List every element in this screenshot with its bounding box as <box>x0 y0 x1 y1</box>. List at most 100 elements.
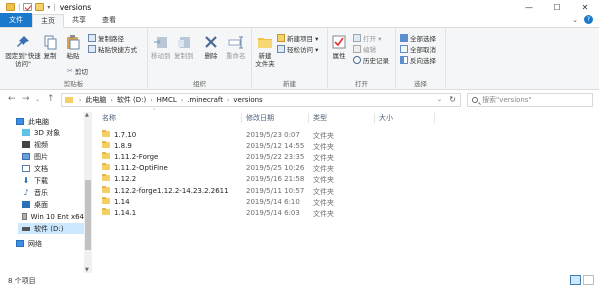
back-icon[interactable]: ← <box>8 94 16 104</box>
table-row[interactable]: 1.14 2019/5/14 6:10 文件夹 <box>94 197 454 208</box>
address-bar[interactable]: › 此电脑 › 软件 (D:) › HMCL › .minecraft › ve… <box>61 93 461 107</box>
move-to-button[interactable]: 移动到 <box>151 34 171 60</box>
new-folder-button[interactable]: 新建 文件夹 <box>255 34 275 68</box>
nav-item-pictures[interactable]: 图片 <box>22 151 82 162</box>
quick-access-toolbar: | ▾ | <box>0 3 56 11</box>
column-type[interactable]: 类型 <box>313 112 327 124</box>
new-group-label: 新建 <box>283 80 296 88</box>
folder-icon <box>102 141 110 148</box>
edit-button[interactable]: 编辑 <box>353 44 376 54</box>
nav-scrollbar[interactable]: ▲ ▼ <box>84 112 92 273</box>
folder-icon <box>102 130 110 137</box>
column-name[interactable]: 名称 <box>102 112 116 124</box>
table-row[interactable]: 1.12.2-forge1.12.2-14.23.2.2611 2019/5/1… <box>94 186 454 197</box>
tab-file[interactable]: 文件 <box>0 13 32 27</box>
open-button[interactable]: 打开 ▾ <box>353 33 381 43</box>
table-row[interactable]: 1.14.1 2019/5/14 6:03 文件夹 <box>94 208 454 219</box>
breadcrumb-hmcl[interactable]: HMCL <box>157 96 177 104</box>
select-all-button[interactable]: 全部选择 <box>400 33 436 43</box>
folder-icon <box>102 186 110 193</box>
breadcrumb-drive-d[interactable]: 软件 (D:) <box>117 95 146 105</box>
column-date[interactable]: 修改日期 <box>246 112 274 124</box>
copy-to-button[interactable]: 复制到 <box>174 34 194 60</box>
details-view-icon[interactable] <box>570 275 581 285</box>
file-date: 2019/5/23 0:07 <box>246 131 300 139</box>
paste-button[interactable]: 粘贴 <box>65 34 81 60</box>
breadcrumb-versions[interactable]: versions <box>233 96 262 104</box>
file-type: 文件夹 <box>313 210 334 218</box>
pin-quick-access-button[interactable]: 固定到"快速访问" <box>5 34 41 68</box>
maximize-button[interactable]: ☐ <box>543 0 571 14</box>
nav-item-documents[interactable]: 文档 <box>22 163 82 174</box>
file-date: 2019/5/16 21:58 <box>246 175 305 183</box>
table-row[interactable]: 1.8.9 2019/5/12 14:55 文件夹 <box>94 141 454 152</box>
nav-item-win10-drive[interactable]: Win 10 Ent x64 <box>22 211 84 222</box>
search-input[interactable]: 搜索"versions" <box>467 93 593 107</box>
new-item-button[interactable]: 新建项目 ▾ <box>277 33 318 43</box>
address-row: ← → ⌄ ↑ › 此电脑 › 软件 (D:) › HMCL › .minecr… <box>0 90 599 110</box>
properties-quick-icon[interactable] <box>23 3 33 11</box>
refresh-icon[interactable]: ↻ <box>449 95 456 104</box>
cut-button[interactable]: ✂ 剪切 <box>67 66 88 76</box>
copy-button[interactable]: 复制 <box>42 34 58 60</box>
nav-item-network[interactable]: 网络 <box>16 238 82 249</box>
customize-toolbar-icon[interactable]: ▾ <box>47 4 50 11</box>
invert-selection-button[interactable]: 反向选择 <box>400 55 436 65</box>
edit-icon <box>353 45 361 53</box>
delete-button[interactable]: 删除 <box>203 34 219 60</box>
file-type: 文件夹 <box>313 132 334 140</box>
file-type: 文件夹 <box>313 188 334 196</box>
search-placeholder: 搜索"versions" <box>482 96 532 104</box>
properties-icon <box>331 34 347 50</box>
table-row[interactable]: 1.7.10 2019/5/23 0:07 文件夹 <box>94 130 454 141</box>
minimize-button[interactable]: — <box>515 0 543 14</box>
folder-icon <box>6 3 15 11</box>
file-name: 1.12.2 <box>114 175 137 183</box>
clipboard-group: 固定到"快速访问" 复制 粘贴 复制路径 粘贴快捷方式 ✂ 剪切 剪贴板 <box>0 28 148 90</box>
nav-item-this-pc[interactable]: 此电脑 <box>16 116 82 127</box>
search-icon <box>472 97 478 103</box>
organize-group: 移动到 复制到 删除 重命名 组织 <box>148 28 252 90</box>
table-row[interactable]: 1.11.2-OptiFine 2019/5/25 10:26 文件夹 <box>94 163 454 174</box>
pc-icon <box>16 118 24 125</box>
file-name: 1.7.10 <box>114 131 137 139</box>
scroll-up-icon[interactable]: ▲ <box>85 112 89 118</box>
nav-item-videos[interactable]: 视频 <box>22 139 82 150</box>
copy-path-button[interactable]: 复制路径 <box>88 33 124 43</box>
breadcrumb-this-pc[interactable]: 此电脑 <box>85 95 106 105</box>
nav-item-3d-objects[interactable]: 3D 对象 <box>22 127 82 138</box>
paste-shortcut-button[interactable]: 粘贴快捷方式 <box>88 44 137 54</box>
easy-access-button[interactable]: 轻松访问 ▾ <box>277 44 318 54</box>
file-list: ⌃ 名称 修改日期 类型 大小 1.7.10 2019/5/23 0:07 文件… <box>94 108 599 273</box>
rename-button[interactable]: 重命名 <box>226 34 246 60</box>
table-row[interactable]: 1.12.2 2019/5/16 21:58 文件夹 <box>94 174 454 185</box>
chevron-down-icon[interactable]: ⌄ <box>572 16 578 24</box>
tab-home[interactable]: 主页 <box>32 14 64 28</box>
select-none-button[interactable]: 全部取消 <box>400 44 436 54</box>
address-dropdown-icon[interactable]: ⌄ <box>437 96 442 103</box>
recent-locations-icon[interactable]: ⌄ <box>35 96 40 103</box>
forward-icon[interactable]: → <box>22 94 30 104</box>
file-type: 文件夹 <box>313 165 334 173</box>
large-icons-view-icon[interactable] <box>583 275 594 285</box>
history-button[interactable]: 历史记录 <box>353 55 389 65</box>
tab-view[interactable]: 查看 <box>94 13 124 27</box>
window-title: versions <box>59 2 92 12</box>
up-icon[interactable]: ↑ <box>47 94 55 104</box>
help-icon[interactable]: ? <box>584 15 593 24</box>
nav-item-downloads[interactable]: ⬇ 下载 <box>22 175 82 186</box>
copy-path-icon <box>88 34 96 42</box>
nav-item-music[interactable]: ♪ 音乐 <box>22 187 82 198</box>
scroll-thumb[interactable] <box>85 180 91 250</box>
nav-item-desktop[interactable]: 桌面 <box>22 199 82 210</box>
breadcrumb-minecraft[interactable]: .minecraft <box>187 96 223 104</box>
column-size[interactable]: 大小 <box>379 112 393 124</box>
file-date: 2019/5/25 10:26 <box>246 164 305 172</box>
table-row[interactable]: 1.11.2-Forge 2019/5/22 23:35 文件夹 <box>94 152 454 163</box>
nav-item-software-drive[interactable]: 软件 (D:) <box>18 223 84 234</box>
document-icon <box>22 165 30 172</box>
new-folder-quick-icon[interactable] <box>35 3 45 11</box>
tab-share[interactable]: 共享 <box>64 13 94 27</box>
close-button[interactable]: ✕ <box>571 0 599 14</box>
properties-button[interactable]: 属性 <box>331 34 347 60</box>
